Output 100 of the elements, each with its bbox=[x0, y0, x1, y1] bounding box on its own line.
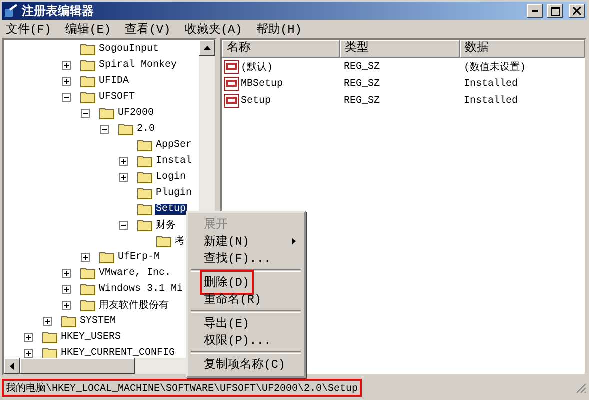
close-button[interactable] bbox=[569, 4, 585, 18]
value-data: (数值未设置) bbox=[463, 60, 528, 74]
collapse-toggle[interactable] bbox=[119, 220, 128, 230]
expand-toggle[interactable] bbox=[62, 268, 71, 278]
expand-toggle[interactable] bbox=[62, 300, 71, 310]
folder-icon bbox=[137, 186, 153, 200]
folder-icon bbox=[118, 122, 134, 136]
plus-icon bbox=[26, 350, 31, 356]
close-icon bbox=[573, 7, 581, 15]
tree-item[interactable]: UF2000 bbox=[117, 108, 156, 118]
maximize-icon bbox=[550, 6, 560, 16]
minimize-icon bbox=[532, 10, 538, 12]
maximize-button[interactable] bbox=[547, 4, 563, 18]
plus-icon bbox=[45, 318, 50, 324]
tree-item[interactable]: VMware, Inc. bbox=[98, 268, 172, 278]
folder-icon bbox=[80, 74, 96, 88]
plus-icon bbox=[64, 62, 69, 68]
plus-icon bbox=[121, 174, 126, 180]
column-header[interactable]: 数据 bbox=[460, 40, 585, 58]
value-data: Installed bbox=[463, 96, 520, 106]
tree-item[interactable]: 考 bbox=[174, 234, 186, 248]
status-path: 我的电脑\HKEY_LOCAL_MACHINE\SOFTWARE\UFSOFT\UF2000\2.0\Setup bbox=[2, 379, 362, 397]
plus-icon bbox=[83, 254, 88, 260]
up-arrow-icon[interactable] bbox=[204, 46, 210, 50]
left-arrow-icon[interactable] bbox=[10, 362, 14, 370]
menu-item[interactable]: 文件(F) bbox=[6, 20, 52, 38]
menu-item[interactable]: 收藏夹(A) bbox=[184, 20, 242, 38]
tree-item[interactable]: Instal bbox=[155, 156, 194, 166]
minus-icon bbox=[121, 222, 126, 228]
tree-item[interactable]: UFSOFT bbox=[98, 92, 136, 102]
value-type: REG_SZ bbox=[343, 78, 382, 90]
context-menu-item[interactable]: 新建(N) bbox=[190, 233, 302, 250]
tree-item[interactable]: 财务 bbox=[155, 218, 177, 232]
menu-item[interactable]: 查看(V) bbox=[125, 20, 171, 38]
tree-item[interactable]: HKEY_USERS bbox=[60, 332, 122, 342]
minimize-button[interactable] bbox=[527, 4, 543, 18]
minus-icon bbox=[102, 126, 107, 132]
collapse-toggle[interactable] bbox=[100, 124, 109, 134]
value-type: REG_SZ bbox=[343, 62, 382, 72]
tree-item[interactable]: UFIDA bbox=[98, 76, 130, 86]
tree-item[interactable]: Setup bbox=[155, 204, 188, 214]
folder-icon bbox=[156, 234, 172, 248]
context-menu-item[interactable]: 复制项名称(C) bbox=[190, 356, 302, 373]
minus-icon bbox=[83, 110, 88, 116]
expand-toggle[interactable] bbox=[62, 60, 71, 70]
collapse-toggle[interactable] bbox=[62, 92, 71, 102]
folder-icon bbox=[42, 330, 58, 344]
tree-item[interactable]: 2.0 bbox=[136, 124, 156, 134]
tree-item[interactable]: HKEY_CURRENT_CONFIG bbox=[60, 348, 176, 358]
folder-icon bbox=[80, 58, 96, 72]
column-header[interactable]: 类型 bbox=[340, 40, 460, 58]
tree-item[interactable]: SogouInput bbox=[98, 44, 160, 54]
tree-item[interactable]: Plugin bbox=[155, 188, 194, 198]
value-type: REG_SZ bbox=[343, 96, 382, 106]
expand-toggle[interactable] bbox=[24, 332, 33, 342]
folder-icon bbox=[61, 314, 77, 328]
window-title: 注册表编辑器 bbox=[22, 2, 95, 20]
string-value-icon bbox=[224, 77, 239, 91]
folder-icon bbox=[137, 138, 153, 152]
context-menu-item[interactable]: 权限(P)... bbox=[190, 332, 302, 349]
tree-item[interactable]: 用友软件股份有 bbox=[98, 298, 170, 312]
expand-toggle[interactable] bbox=[62, 76, 71, 86]
plus-icon bbox=[64, 286, 69, 292]
expand-toggle[interactable] bbox=[62, 284, 71, 294]
menu-item[interactable]: 编辑(E) bbox=[66, 20, 112, 38]
value-name[interactable]: Setup bbox=[241, 96, 272, 106]
folder-icon bbox=[137, 170, 153, 184]
expand-toggle[interactable] bbox=[81, 252, 90, 262]
expand-toggle[interactable] bbox=[119, 172, 128, 182]
value-data: Installed bbox=[463, 78, 520, 90]
folder-icon bbox=[80, 266, 96, 280]
expand-toggle[interactable] bbox=[119, 156, 128, 166]
tree-item[interactable]: Windows 3.1 Mi bbox=[98, 284, 184, 294]
resize-grip-icon[interactable] bbox=[575, 382, 587, 394]
context-menu-item[interactable]: 导出(E) bbox=[190, 315, 302, 332]
menu-item[interactable]: 帮助(H) bbox=[256, 20, 302, 38]
value-name[interactable]: (默认) bbox=[241, 60, 274, 74]
folder-icon bbox=[137, 202, 153, 216]
minus-icon bbox=[64, 94, 69, 100]
string-value-icon bbox=[224, 94, 239, 108]
column-header[interactable]: 名称 bbox=[222, 40, 340, 58]
folder-icon bbox=[137, 154, 153, 168]
tree-item[interactable]: Spiral Monkey bbox=[98, 60, 178, 70]
folder-icon bbox=[80, 298, 96, 312]
tree-item[interactable]: Login bbox=[155, 172, 188, 182]
context-menu-item[interactable]: 重命名(R) bbox=[190, 291, 302, 308]
plus-icon bbox=[64, 78, 69, 84]
tree-item[interactable]: SYSTEM bbox=[79, 316, 118, 326]
plus-icon bbox=[64, 270, 69, 276]
expand-toggle[interactable] bbox=[24, 348, 33, 358]
tree-item[interactable]: AppSer bbox=[155, 140, 194, 150]
context-menu-item[interactable]: 查找(F)... bbox=[190, 250, 302, 267]
folder-icon bbox=[99, 250, 115, 264]
tree-item[interactable]: UfErp-M bbox=[117, 252, 162, 262]
expand-toggle[interactable] bbox=[43, 316, 52, 326]
value-name[interactable]: MBSetup bbox=[241, 78, 284, 90]
folder-icon bbox=[80, 282, 96, 296]
registry-icon bbox=[4, 4, 18, 18]
collapse-toggle[interactable] bbox=[81, 108, 90, 118]
folder-icon bbox=[80, 90, 96, 104]
